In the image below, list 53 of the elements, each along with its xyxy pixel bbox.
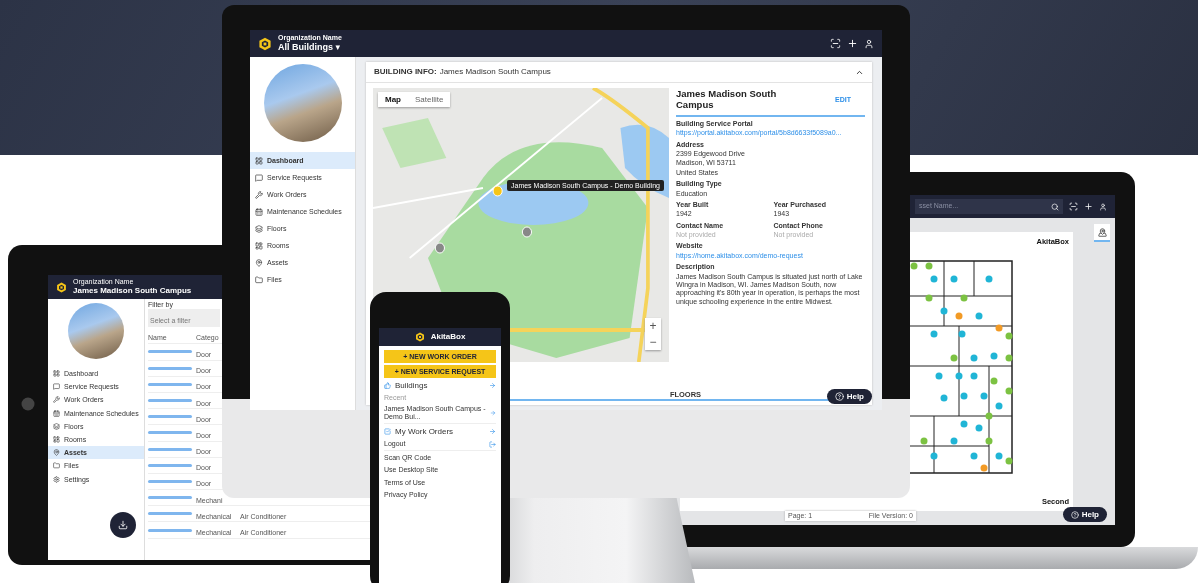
user-icon[interactable] [864,38,874,49]
nav-icon [255,275,263,284]
arrow-icon[interactable] [489,428,496,436]
nav-icon [255,241,263,250]
arrow-icon[interactable] [490,410,496,417]
arrow-icon[interactable] [489,382,496,390]
user-icon[interactable] [1099,202,1107,211]
nav-icon [255,173,263,182]
help-button[interactable]: Help [826,389,872,404]
nav-icon [53,396,60,404]
photo-placeholder [68,303,124,359]
checkbox-icon [384,428,391,436]
zoom-in-button[interactable]: + [645,318,661,334]
help-button[interactable]: Help [1062,507,1107,522]
building-title: James Madison South Campus [676,88,778,111]
card-heading: BUILDING INFO: [374,67,437,77]
logout-icon[interactable] [489,441,496,449]
thumbs-up-icon [384,382,391,390]
logo-icon [258,36,272,51]
nav-icon [53,449,60,457]
building-name: James Madison South Campus [439,67,551,77]
nav-icon [53,383,60,391]
help-icon [1070,510,1079,519]
logo-icon [56,281,67,293]
nav-icon [53,475,60,483]
nav-icon [53,370,60,378]
add-icon[interactable] [847,38,858,49]
help-icon [834,392,844,401]
map-pin-icon [1097,227,1107,237]
nav-icon [255,190,263,199]
map-pin-button[interactable] [1094,224,1110,242]
app-header: AkitaBox [379,328,501,346]
scan-icon[interactable] [1069,202,1078,211]
building-dropdown[interactable]: All Buildings ▾ [278,42,342,54]
download-icon [118,520,128,530]
nav-icon [255,224,263,233]
map-type-tab[interactable]: Satellite [408,92,451,107]
nav-icon [53,422,60,430]
scan-icon[interactable] [830,38,841,49]
nav-icon [53,436,60,444]
zoom-out-button[interactable]: − [645,334,661,350]
logo-icon [414,332,425,342]
home-button-icon [21,397,35,411]
section-title[interactable]: My Work Orders [395,426,454,437]
section-title[interactable]: Buildings [395,381,428,391]
nav-icon [53,462,60,470]
search-icon [1051,202,1059,211]
nav-icon [255,207,263,216]
map-type-tab[interactable]: Map [378,92,408,107]
nav-icon [255,156,263,165]
nav-icon [255,258,263,267]
nav-icon [53,409,60,417]
add-icon[interactable] [1084,202,1093,211]
